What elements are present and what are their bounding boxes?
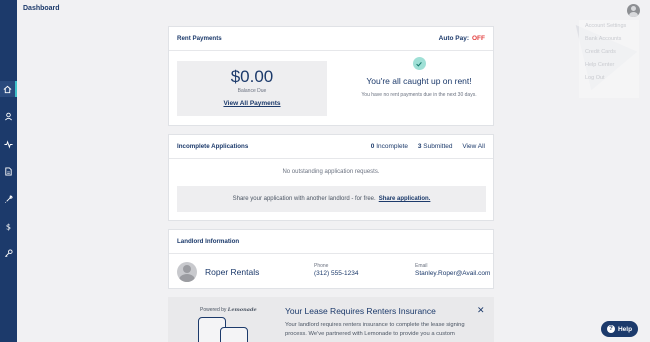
- balance-amount: $0.00: [230, 67, 274, 86]
- sidebar-item-activity[interactable]: [0, 136, 17, 152]
- autopay-toggle[interactable]: Auto Pay: OFF: [439, 35, 485, 42]
- submitted-count: 3: [417, 143, 422, 150]
- sidebar: $: [0, 0, 17, 342]
- rent-payments-card: Rent Payments Auto Pay: OFF $0.00 Balance…: [168, 26, 494, 126]
- menu-item-log-out[interactable]: Log Out: [579, 72, 639, 85]
- landlord-card: Landlord Information Roper Rentals Phone…: [168, 229, 494, 289]
- rent-status: You're all caught up on rent! You have n…: [355, 57, 483, 99]
- incomplete-label: Incomplete: [376, 143, 408, 150]
- activity-icon: [4, 139, 13, 149]
- rent-payments-header: Rent Payments Auto Pay: OFF: [169, 27, 493, 51]
- share-application-link[interactable]: Share application.: [379, 196, 431, 202]
- applications-card: Incomplete Applications 0 Incomplete 3 S…: [168, 134, 494, 221]
- powered-by: Powered by Lemonade: [200, 307, 257, 313]
- balance-box: $0.00 Balance Due View All Payments: [177, 61, 327, 116]
- question-icon: ?: [606, 325, 615, 333]
- applications-title: Incomplete Applications: [177, 143, 249, 150]
- balance-label: Balance Due: [237, 88, 267, 94]
- sidebar-item-documents[interactable]: [0, 163, 17, 179]
- landlord-title: Landlord Information: [177, 238, 240, 245]
- landlord-phone[interactable]: (312) 555-1234: [314, 270, 358, 277]
- insurance-title: Your Lease Requires Renters Insurance: [285, 306, 436, 316]
- submitted-label: Submitted: [423, 143, 453, 150]
- rent-status-detail: You have no rent payments due in the nex…: [361, 92, 477, 98]
- phone-illustration-2: [220, 327, 248, 342]
- menu-item-bank-accounts[interactable]: Bank Accounts: [579, 33, 639, 46]
- sidebar-item-payments[interactable]: $: [0, 218, 17, 234]
- home-icon: [3, 85, 12, 93]
- rent-payments-title: Rent Payments: [177, 35, 222, 42]
- sidebar-item-keys[interactable]: [0, 245, 17, 261]
- insurance-body: Your landlord requires renters insurance…: [285, 322, 465, 337]
- email-label: Email: [415, 263, 428, 269]
- powered-by-label: Powered by: [200, 307, 227, 313]
- key-icon: [5, 248, 13, 257]
- view-all-applications-link[interactable]: View All: [462, 143, 485, 150]
- top-header: Dashboard: [17, 0, 650, 22]
- wrench-icon: [5, 194, 13, 203]
- lemonade-logo: Lemonade: [227, 307, 257, 313]
- check-icon: [412, 57, 426, 70]
- applications-header: Incomplete Applications 0 Incomplete 3 S…: [169, 135, 493, 159]
- page-scrollbar[interactable]: [642, 22, 650, 342]
- menu-item-help-center[interactable]: Help Center: [579, 59, 639, 72]
- view-all-payments-link[interactable]: View All Payments: [177, 100, 327, 107]
- sidebar-item-maintenance[interactable]: [0, 191, 17, 207]
- autopay-status: OFF: [472, 35, 485, 42]
- landlord-header: Landlord Information: [169, 230, 493, 254]
- user-avatar-button[interactable]: [627, 4, 640, 17]
- phone-label: Phone: [314, 263, 329, 269]
- share-application-text: Share your application with another land…: [232, 196, 376, 202]
- applications-counts: 0 Incomplete 3 Submitted View All: [371, 143, 485, 150]
- landlord-avatar: [177, 262, 197, 282]
- sidebar-item-profile[interactable]: [0, 108, 17, 124]
- landlord-name: Roper Rentals: [205, 267, 260, 277]
- sidebar-item-home[interactable]: [0, 81, 17, 97]
- document-icon: [5, 166, 12, 176]
- share-application-banner: Share your application with another land…: [177, 186, 486, 212]
- landlord-email[interactable]: Stanley.Roper@Avail.com: [415, 270, 490, 277]
- page-title: Dashboard: [23, 5, 60, 12]
- user-menu: Account Settings Bank Accounts Credit Ca…: [579, 20, 639, 98]
- renters-insurance-banner: Powered by Lemonade Your Lease Requires …: [168, 297, 494, 342]
- user-icon: [5, 112, 12, 120]
- menu-item-account-settings[interactable]: Account Settings: [579, 20, 639, 33]
- incomplete-count: 0: [370, 143, 375, 150]
- help-label: Help: [617, 325, 633, 333]
- close-icon[interactable]: ✕: [477, 305, 485, 316]
- dollar-icon: $: [6, 222, 11, 231]
- no-applications-message: No outstanding application requests.: [282, 169, 380, 175]
- autopay-label: Auto Pay:: [438, 35, 469, 42]
- svg-text:$: $: [6, 222, 11, 231]
- rent-status-title: You're all caught up on rent!: [366, 76, 472, 86]
- menu-item-credit-cards[interactable]: Credit Cards: [579, 46, 639, 59]
- help-button[interactable]: ? Help: [601, 321, 638, 337]
